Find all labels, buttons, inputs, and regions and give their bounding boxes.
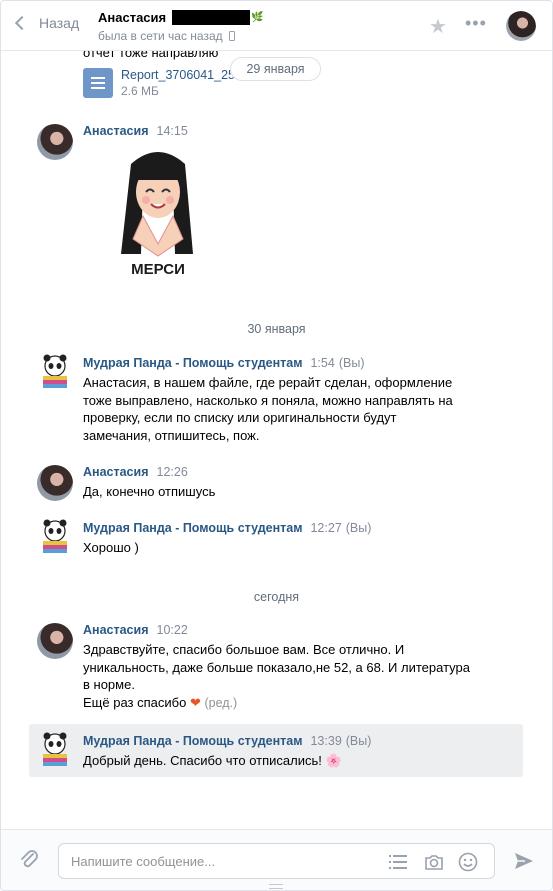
camera-icon[interactable]	[424, 852, 444, 872]
paperclip-icon[interactable]	[17, 848, 41, 872]
message-time: 13:39	[310, 734, 342, 748]
message-time: 14:15	[156, 124, 188, 138]
message-author[interactable]: Анастасия 12:26	[83, 465, 188, 479]
date-separator: сегодня	[253, 590, 300, 604]
message-time: 1:54	[310, 356, 335, 370]
star-icon[interactable]: ★	[429, 14, 447, 39]
message-author[interactable]: Мудрая Панда - Помощь студентам 13:39 (Вы)	[83, 734, 371, 748]
message-text: Да, конечно отпишусь	[83, 484, 216, 499]
message-author[interactable]: Мудрая Панда - Помощь студентам 12:27 (Вы)	[83, 521, 371, 535]
message-time: 12:26	[156, 465, 188, 479]
message-text: Добрый день. Спасибо что отписались! 🌸	[83, 753, 342, 768]
flower-icon: 🌸	[325, 753, 342, 768]
message-composer	[1, 829, 552, 890]
floating-date-pill: 29 января	[230, 57, 321, 81]
avatar[interactable]	[37, 465, 73, 501]
message-item: Анастасия 12:26 Да, конечно отпишусь	[29, 465, 523, 505]
panda-avatar[interactable]	[37, 732, 73, 768]
contact-name: Анастасия	[98, 10, 167, 25]
message-item: Анастасия 10:22 Здравствуйте, спасибо бол…	[29, 623, 523, 713]
message-text: Анастасия, в нашем файле, где рерайт сде…	[83, 375, 453, 443]
send-icon[interactable]	[513, 850, 535, 872]
leaf-icon: 🌿	[251, 12, 264, 23]
chevron-left-icon	[14, 15, 30, 31]
sticker-caption: МЕРСИ	[131, 261, 185, 278]
chat-header: Назад Анастасия 🌿 была в сети час назад …	[1, 1, 552, 51]
message-item: Мудрая Панда - Помощь студентам 1:54 (Вы) …	[29, 354, 523, 446]
emoji-icon[interactable]	[458, 852, 478, 872]
templates-list-icon[interactable]	[388, 852, 408, 872]
message-time: 12:27	[310, 521, 342, 535]
online-status: была в сети час назад	[98, 29, 223, 43]
mobile-icon	[228, 31, 235, 41]
date-separator: 30 января	[247, 322, 306, 336]
edited-label[interactable]: (ред.)	[204, 696, 237, 710]
message-text: Здравствуйте, спасибо большое вам. Все о…	[83, 642, 470, 710]
message-author[interactable]: Мудрая Панда - Помощь студентам 1:54 (Вы)	[83, 356, 364, 370]
panda-avatar[interactable]	[37, 354, 73, 390]
sticker-image: МЕРСИ	[121, 152, 193, 278]
panda-avatar[interactable]	[37, 519, 73, 555]
avatar[interactable]	[37, 623, 73, 659]
message-item: Мудрая Панда - Помощь студентам 12:27 (Вы)…	[29, 519, 523, 561]
heart-icon: ❤	[189, 694, 201, 710]
back-label: Назад	[39, 15, 80, 31]
back-button[interactable]: Назад	[13, 15, 79, 31]
message-author[interactable]: Анастасия 14:15	[83, 124, 188, 138]
file-size: 2.6 МБ	[121, 84, 159, 98]
message-text: Хорошо )	[83, 540, 139, 555]
resize-handle[interactable]	[269, 884, 283, 889]
file-attachment-link[interactable]: Report_3706041_25...	[121, 68, 245, 82]
avatar[interactable]	[37, 124, 73, 160]
chat-title[interactable]: Анастасия 🌿 была в сети час назад	[98, 10, 264, 43]
more-options-icon[interactable]: •••	[465, 13, 487, 34]
chat-window: Назад Анастасия 🌿 была в сети час назад …	[0, 0, 553, 891]
message-author[interactable]: Анастасия 10:22	[83, 623, 188, 637]
contact-avatar[interactable]	[506, 11, 536, 41]
redacted-surname	[172, 10, 251, 25]
document-icon[interactable]	[83, 68, 113, 98]
message-item: Мудрая Панда - Помощь студентам 13:39 (Вы)…	[29, 732, 523, 774]
message-item: Анастасия 14:15	[29, 124, 523, 284]
message-time: 10:22	[156, 623, 188, 637]
